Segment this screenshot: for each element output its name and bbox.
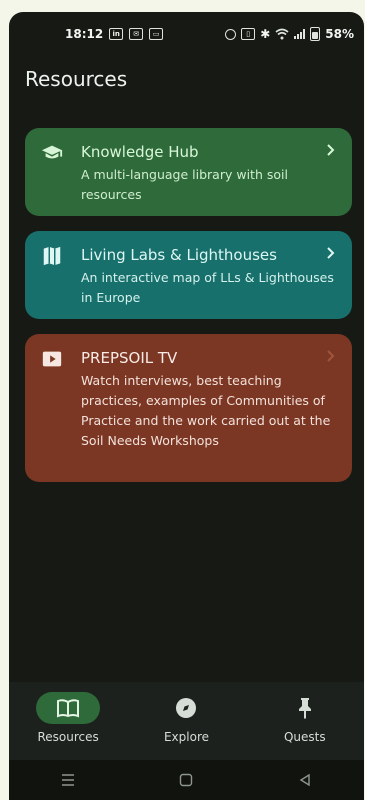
signal-icon — [294, 29, 306, 39]
nav-pill — [36, 692, 101, 724]
prepsoil-tv-card[interactable]: PREPSOIL TV Watch interviews, best teach… — [25, 334, 352, 482]
nav-label: Quests — [283, 730, 326, 744]
card-title: Knowledge Hub — [81, 143, 199, 161]
nav-pill — [154, 692, 218, 724]
bottom-navigation: Resources Explore Quests — [9, 682, 364, 760]
pin-icon — [298, 698, 311, 719]
nav-pill — [273, 692, 337, 724]
vibrate-icon: ▯ — [241, 28, 256, 40]
message-icon: ▭ — [149, 28, 164, 40]
status-bar: 18:12 in ✉ ▭ ▯ ✱ 58% — [9, 12, 364, 56]
living-labs-card[interactable]: Living Labs & Lighthouses An interactive… — [25, 231, 352, 319]
status-left: 18:12 in ✉ ▭ — [65, 27, 164, 41]
page-title: Resources — [25, 67, 128, 91]
video-play-icon — [42, 351, 62, 367]
nav-item-resources[interactable]: Resources — [13, 692, 123, 744]
card-title: Living Labs & Lighthouses — [81, 246, 277, 264]
wifi-icon — [275, 28, 289, 40]
mail-icon: ✉ — [129, 28, 144, 40]
status-time: 18:12 — [65, 27, 104, 41]
recents-button[interactable] — [38, 768, 98, 792]
graduation-cap-icon — [41, 145, 63, 159]
alarm-icon — [225, 28, 237, 40]
battery-percent: 58% — [325, 27, 354, 41]
book-icon — [57, 699, 80, 718]
card-description: Watch interviews, best teaching practice… — [81, 373, 331, 448]
card-title: PREPSOIL TV — [81, 349, 178, 367]
nav-label: Resources — [37, 730, 99, 744]
linkedin-icon: in — [109, 28, 124, 40]
recents-icon — [62, 774, 75, 786]
back-icon — [299, 773, 310, 787]
compass-icon — [176, 698, 197, 718]
nav-item-quests[interactable]: Quests — [250, 692, 360, 744]
map-icon — [43, 246, 61, 266]
battery-icon — [310, 27, 321, 41]
card-description: An interactive map of LLs & Lighthouses … — [81, 270, 334, 305]
card-description: A multi-language library with soil resou… — [81, 167, 288, 202]
system-navigation — [9, 760, 364, 800]
chevron-right-icon — [327, 144, 335, 156]
home-button[interactable] — [156, 768, 216, 792]
nav-item-explore[interactable]: Explore — [131, 692, 241, 744]
app-screen: 18:12 in ✉ ▭ ▯ ✱ 58% Resources Knowledge… — [9, 12, 364, 800]
knowledge-hub-card[interactable]: Knowledge Hub A multi-language library w… — [25, 128, 352, 216]
back-button[interactable] — [275, 768, 335, 792]
bluetooth-icon: ✱ — [260, 27, 271, 41]
status-right: ▯ ✱ 58% — [225, 27, 354, 41]
home-icon — [180, 773, 193, 787]
chevron-right-icon — [327, 350, 335, 362]
nav-label: Explore — [163, 730, 209, 744]
chevron-right-icon — [327, 247, 335, 259]
